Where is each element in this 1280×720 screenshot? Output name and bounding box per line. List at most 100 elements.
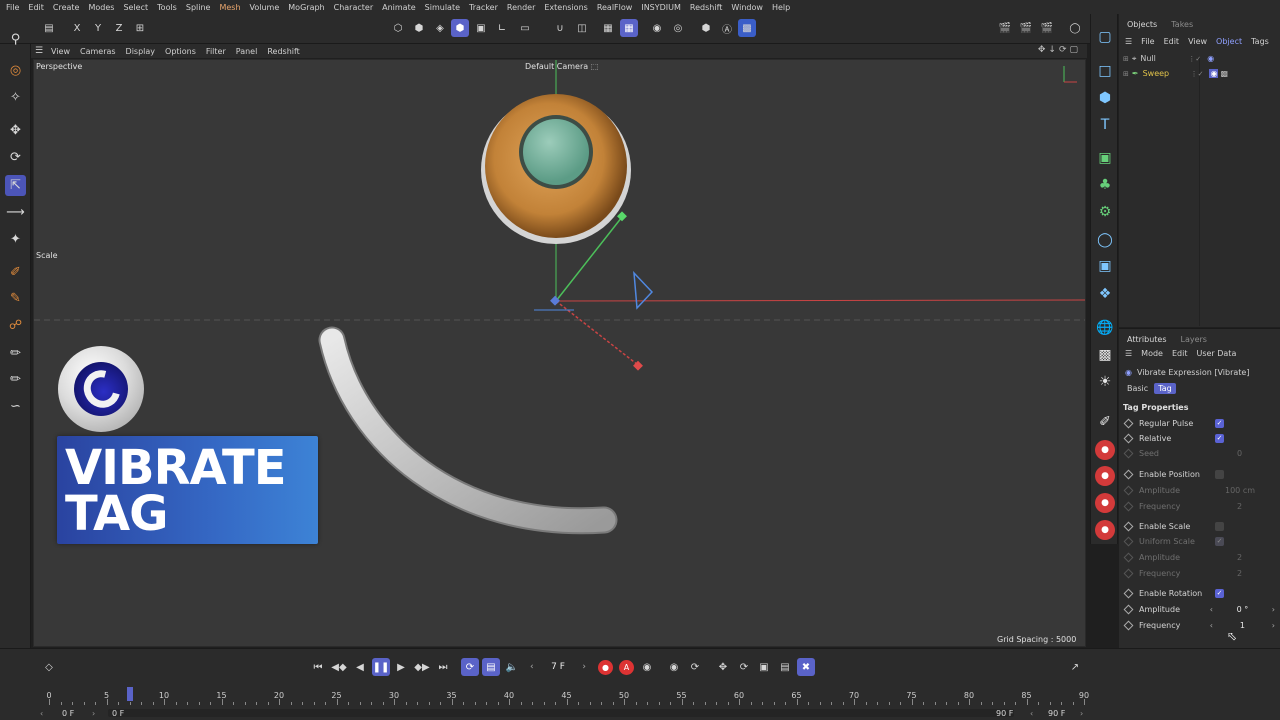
redshift-light-icon[interactable]: ● [1095,440,1115,460]
coordinate-system-icon[interactable]: ⊞ [131,19,149,37]
render-to-picture-viewer-icon[interactable]: ▩ [738,19,756,37]
enable-rotation-checkbox[interactable]: ✓ [1215,588,1224,598]
current-frame-field[interactable]: ‹ 7 F › [530,658,586,676]
menu-window[interactable]: Window [731,3,763,12]
menu-create[interactable]: Create [53,3,80,12]
regular-pulse-checkbox[interactable]: ✓ [1215,418,1224,428]
seed-row[interactable]: Seed 0 [1123,446,1275,460]
redshift-icon[interactable]: ✐ [1094,411,1116,433]
timeline-playhead[interactable] [126,687,133,701]
tab-objects[interactable]: Objects [1127,20,1157,32]
tag-icon[interactable]: ◉ [1207,54,1214,63]
light-object-icon[interactable]: ☀ [1094,371,1116,393]
grid-snap-icon[interactable]: ▦ [599,19,617,37]
placement-tool-icon[interactable]: ✦ [5,229,26,250]
key-rotate-icon[interactable]: ⟳ [735,658,753,676]
objects-menu-object[interactable]: Object [1216,37,1242,46]
primitive-cube-icon[interactable]: ⬢ [1094,87,1116,109]
key-position-icon[interactable]: ◉ [665,658,683,676]
key-scale-icon[interactable]: ▣ [755,658,773,676]
menu-help[interactable]: Help [772,3,790,12]
chevron-right-icon[interactable]: › [1080,709,1083,718]
edges-mode-icon[interactable]: ▣ [472,19,490,37]
render-settings-icon[interactable]: ⬢ [697,19,715,37]
autokey-icon[interactable]: A [619,660,634,675]
redshift-dome-icon[interactable]: ● [1095,520,1115,540]
menu-spline[interactable]: Spline [186,3,211,12]
relative-checkbox[interactable]: ✓ [1215,433,1224,443]
enable-position-row[interactable]: Enable Position [1123,467,1275,481]
menu-render[interactable]: Render [507,3,535,12]
key-param-icon[interactable]: ▤ [776,658,794,676]
mograph-cloner-icon[interactable]: ♣ [1094,174,1116,196]
generator-icon[interactable]: ▣ [1094,147,1116,169]
previous-key-icon[interactable]: ◀◆ [330,658,348,676]
axis-x-lock-button[interactable]: X [68,19,86,37]
model-mode-icon[interactable]: ⬡ [389,19,407,37]
position-frequency-value[interactable]: 2 [1237,502,1242,511]
keyframe-diamond-icon[interactable]: ◇ [40,658,58,676]
viewport-nav-icons[interactable]: ✥↓⟳▢ [1038,45,1081,55]
chevron-left-icon[interactable]: ‹ [1210,621,1213,630]
viewport-menu-view[interactable]: View [51,47,70,56]
subtab-basic[interactable]: Basic [1123,383,1152,394]
brush-icon[interactable]: ✏ [5,343,26,364]
material-tag-icon[interactable]: ▩ [1220,69,1228,78]
viewport-menu-panel[interactable]: Panel [236,47,258,56]
subtab-tag[interactable]: Tag [1154,383,1176,394]
menu-mesh[interactable]: Mesh [219,3,240,12]
chevron-right-icon[interactable]: › [1272,605,1275,614]
spline-rectangle-icon[interactable]: □ [1094,60,1116,82]
object-name[interactable]: Null [1140,54,1184,63]
effector-icon[interactable]: ⚙ [1094,201,1116,223]
uv-mode-icon[interactable]: ∟ [493,19,511,37]
symmetry-icon[interactable]: ◫ [573,19,591,37]
redshift-light2-icon[interactable]: ● [1095,466,1115,486]
menu-tools[interactable]: Tools [157,3,177,12]
attributes-menu-user-data[interactable]: User Data [1196,349,1236,358]
environment-icon[interactable]: 🌐 [1094,317,1116,339]
rotation-frequency-row[interactable]: Frequency ‹ 1 › [1123,618,1275,632]
frame-range-slider[interactable] [108,709,1014,717]
menu-mograph[interactable]: MoGraph [288,3,324,12]
go-to-end-icon[interactable]: ⏭ [434,658,452,676]
menu-volume[interactable]: Volume [250,3,280,12]
chevron-left-icon[interactable]: ‹ [1210,605,1213,614]
start-frame-field[interactable]: 0 F [62,709,74,718]
axis-z-lock-button[interactable]: Z [110,19,128,37]
position-amplitude-row[interactable]: Amplitude 100 cm [1123,483,1275,497]
chevron-left-icon[interactable]: ‹ [530,662,534,672]
menu-redshift[interactable]: Redshift [690,3,722,12]
spline-sketch-icon[interactable]: ✎ [5,288,26,309]
next-frame-icon[interactable]: ▶ [392,658,410,676]
rotation-amplitude-row[interactable]: Amplitude ‹ 0 ° › [1123,602,1275,616]
axis-y-lock-button[interactable]: Y [89,19,107,37]
viewport-menu-icon[interactable]: ☰ [35,46,51,56]
uniform-scale-checkbox[interactable]: ✓ [1215,536,1224,546]
enable-scale-row[interactable]: Enable Scale [1123,519,1275,533]
previous-frame-icon[interactable]: ◀ [351,658,369,676]
uniform-scale-row[interactable]: Uniform Scale ✓ [1123,534,1275,548]
objects-menu-view[interactable]: View [1188,37,1207,46]
scale-amplitude-row[interactable]: Amplitude 2 [1123,550,1275,564]
points-mode-icon[interactable]: ◈ [431,19,449,37]
menu-tracker[interactable]: Tracker [469,3,498,12]
menu-insydium[interactable]: INSYDIUM [641,3,681,12]
viewport-solo-icon[interactable]: ◎ [669,19,687,37]
objects-menu-tags[interactable]: Tags [1251,37,1269,46]
texture-mode-icon[interactable]: ▭ [516,19,534,37]
attributes-menu-edit[interactable]: Edit [1172,349,1188,358]
render-active-view-icon[interactable]: 🎬 [1017,19,1035,37]
enable-position-checkbox[interactable] [1215,469,1224,479]
keyframe-selection-icon[interactable]: ◉ [638,658,656,676]
object-row-null[interactable]: ⊞ ⌖ Null ⋮✓ ◉ [1123,52,1278,65]
viewport-menu-display[interactable]: Display [126,47,156,56]
edit-render-settings-icon[interactable]: 🎬 [1038,19,1056,37]
search-icon[interactable]: ⚲ [5,29,26,50]
spline-boolean-icon[interactable]: ☍ [5,315,26,336]
menu-character[interactable]: Character [334,3,374,12]
viewport-menu-filter[interactable]: Filter [206,47,226,56]
chevron-left-icon[interactable]: ‹ [1030,709,1033,718]
next-key-icon[interactable]: ◆▶ [413,658,431,676]
chevron-left-icon[interactable]: ‹ [40,709,43,718]
